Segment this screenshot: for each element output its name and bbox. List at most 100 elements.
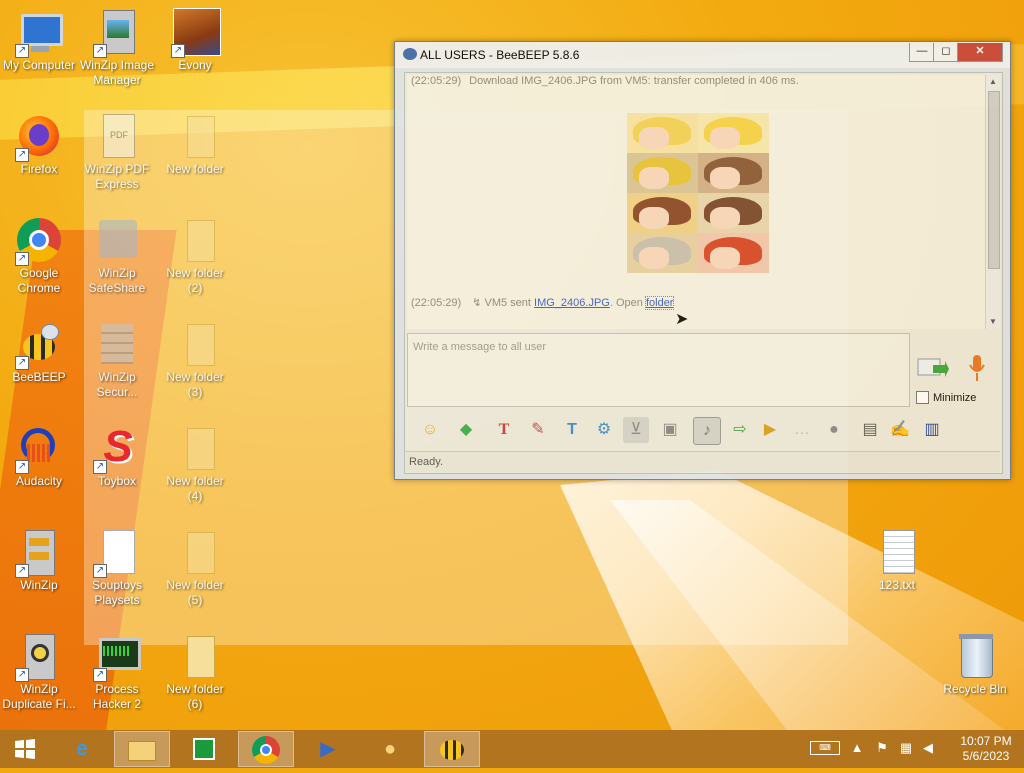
store-icon[interactable]	[176, 731, 232, 767]
screenshot-icon[interactable]: ▣	[657, 417, 683, 443]
emoticon-icon[interactable]: ☺	[417, 417, 443, 443]
keyboard-icon[interactable]: ⌨	[810, 741, 840, 755]
computer-icon: ↗	[15, 8, 63, 58]
desktop-icon-firefox[interactable]: ↗ Firefox	[0, 106, 78, 177]
internet-explorer-icon[interactable]: e	[54, 731, 110, 767]
desktop-icon-label: Firefox	[20, 162, 58, 176]
desktop-icon-label: New folder (2)	[166, 266, 224, 295]
network-icon[interactable]: ▦	[898, 740, 914, 756]
desktop-icon-souptoys-playsets[interactable]: ↗ Souptoys Playsets	[78, 522, 156, 608]
color-pen-icon[interactable]: ✎	[525, 417, 551, 443]
scroll-down-icon[interactable]: ▼	[986, 315, 1000, 329]
system-tray: ⌨ ▲ ⚑ ▦ ◀ 10:07 PM 5/6/2023	[806, 730, 1024, 768]
chat-scrollbar[interactable]: ▲ ▼	[985, 75, 1000, 329]
image-preview[interactable]	[627, 113, 769, 273]
maximize-button[interactable]: ◻	[933, 43, 959, 62]
desktop-icon-new-folder[interactable]: New folder	[156, 106, 234, 177]
text-file-icon	[873, 528, 921, 576]
message-timestamp: (22:05:29)	[411, 297, 462, 309]
text-color-icon[interactable]: T	[559, 417, 585, 443]
minimize-label: Minimize	[933, 392, 977, 404]
quote-icon[interactable]: …	[789, 417, 815, 443]
nudge-icon[interactable]: ◆	[453, 417, 479, 443]
desktop-icon-recycle-bin[interactable]: Recycle Bin	[936, 626, 1014, 697]
voice-message-button[interactable]	[967, 353, 987, 383]
chat-bubble-icon[interactable]: ●	[362, 731, 418, 767]
desktop-icon-beebeep[interactable]: ↗ BeeBEEP	[0, 314, 78, 385]
desktop-icon-new-folder-3[interactable]: New folder (3)	[156, 314, 234, 400]
chrome-taskbar-icon[interactable]	[238, 731, 294, 767]
desktop-icon-label: 123.txt	[878, 578, 916, 592]
desktop-icon-winzip-image-manager[interactable]: ↗ WinZip Image Manager	[78, 2, 156, 88]
desktop-icon-evony[interactable]: ↗ Evony	[156, 2, 234, 73]
status-text: Ready.	[409, 456, 444, 468]
beebeep-taskbar-icon[interactable]	[424, 731, 480, 767]
music-note-icon[interactable]: ♪	[693, 417, 721, 445]
send-file-icon[interactable]: ⇨	[727, 417, 753, 443]
window-titlebar[interactable]: ALL USERS - BeeBEEP 5.8.6 — ◻ ✕	[395, 42, 1010, 68]
microphone-icon	[969, 355, 985, 381]
desktop-icon-my-computer[interactable]: ↗ My Computer	[0, 2, 78, 73]
desktop-icon-winzip-secure[interactable]: WinZip Secur...	[78, 314, 156, 400]
chat-toolbar: ☺ ◆ T ✎ T ⚙ ⊻ ▣ ♪ ⇨ ▶ … ● ▤ ✍ ▥	[407, 413, 997, 447]
chat-history[interactable]: (22:05:29) Download IMG_2406.JPG from VM5…	[407, 75, 985, 329]
minimize-button[interactable]: —	[909, 43, 935, 62]
send-button[interactable]	[917, 355, 949, 383]
close-button[interactable]: ✕	[957, 43, 1003, 62]
beebeep-chat-window[interactable]: ALL USERS - BeeBEEP 5.8.6 — ◻ ✕ (22:05:2…	[394, 41, 1011, 480]
folder-icon	[171, 112, 219, 160]
desktop-icon-label: New folder (4)	[166, 474, 224, 503]
desktop-icon-winzip-pdf-express[interactable]: PDF WinZip PDF Express	[78, 106, 156, 192]
clock-date: 5/6/2023	[962, 749, 1010, 763]
desktop-icon-label: Google Chrome	[17, 266, 61, 295]
desktop-icon-new-folder-5[interactable]: New folder (5)	[156, 522, 234, 608]
message-text: Download IMG_2406.JPG from VM5: transfer…	[469, 75, 799, 87]
desktop-icon-google-chrome[interactable]: ↗ Google Chrome	[0, 210, 78, 296]
save-icon[interactable]: ▥	[919, 417, 945, 443]
mouse-cursor-icon: ➤	[675, 311, 689, 328]
action-center-flag-icon[interactable]: ⚑	[874, 740, 890, 756]
window-title: ALL USERS - BeeBEEP 5.8.6	[420, 48, 580, 62]
clock-time: 10:07 PM	[960, 734, 1012, 748]
desktop-icon-audacity[interactable]: ↗ Audacity	[0, 418, 78, 489]
bee-icon: ↗	[15, 320, 63, 370]
desktop-icon-winzip-safeshare[interactable]: WinZip SafeShare	[78, 210, 156, 296]
notes-icon[interactable]: ✍	[887, 417, 913, 443]
record-icon[interactable]: ●	[821, 417, 847, 443]
settings-gear-icon[interactable]: ⚙	[591, 417, 617, 443]
file-explorer-icon[interactable]	[114, 731, 170, 767]
message-input[interactable]: Write a message to all user	[407, 333, 910, 407]
minimize-checkbox[interactable]	[916, 391, 929, 404]
share-icon	[93, 216, 141, 264]
desktop-icon-process-hacker[interactable]: ↗ Process Hacker 2	[78, 626, 156, 712]
windows-logo-icon	[15, 739, 35, 759]
desktop-icon-label: WinZip Secur...	[96, 370, 138, 399]
audacity-icon: ↗	[15, 424, 63, 474]
evony-icon: ↗	[171, 8, 221, 58]
spell-check-icon[interactable]: ⊻	[623, 417, 649, 443]
desktop-icon-new-folder-2[interactable]: New folder (2)	[156, 210, 234, 296]
desktop-icon-winzip-duplicate-finder[interactable]: ↗ WinZip Duplicate Fi...	[0, 626, 78, 712]
desktop-icon-label: Evony	[178, 58, 212, 72]
clock[interactable]: 10:07 PM 5/6/2023	[956, 734, 1016, 764]
desktop-icon-winzip[interactable]: ↗ WinZip	[0, 522, 78, 593]
start-button[interactable]	[0, 731, 50, 767]
desktop-icon-label: Audacity	[15, 474, 63, 488]
film-icon[interactable]: ▤	[857, 417, 883, 443]
open-folder-link[interactable]: folder	[644, 296, 675, 310]
message-timestamp: (22:05:29)	[411, 75, 462, 87]
scrollbar-thumb[interactable]	[988, 91, 1000, 269]
secure-server-icon	[93, 320, 141, 368]
desktop-icon-new-folder-4[interactable]: New folder (4)	[156, 418, 234, 504]
desktop-icon-123-txt[interactable]: 123.txt	[858, 522, 936, 593]
show-hidden-icons-icon[interactable]: ▲	[850, 740, 864, 756]
send-folder-icon[interactable]: ▶	[757, 417, 783, 443]
file-link[interactable]: IMG_2406.JPG	[534, 297, 610, 309]
desktop-icon-label: WinZip	[20, 578, 58, 592]
font-icon[interactable]: T	[491, 417, 517, 443]
volume-icon[interactable]: ◀	[920, 740, 936, 756]
media-player-icon[interactable]: ▶	[300, 731, 356, 767]
desktop-icon-new-folder-6[interactable]: New folder (6)	[156, 626, 234, 712]
scroll-up-icon[interactable]: ▲	[986, 75, 1000, 89]
desktop-icon-toybox[interactable]: S ↗ Toybox	[78, 418, 156, 489]
